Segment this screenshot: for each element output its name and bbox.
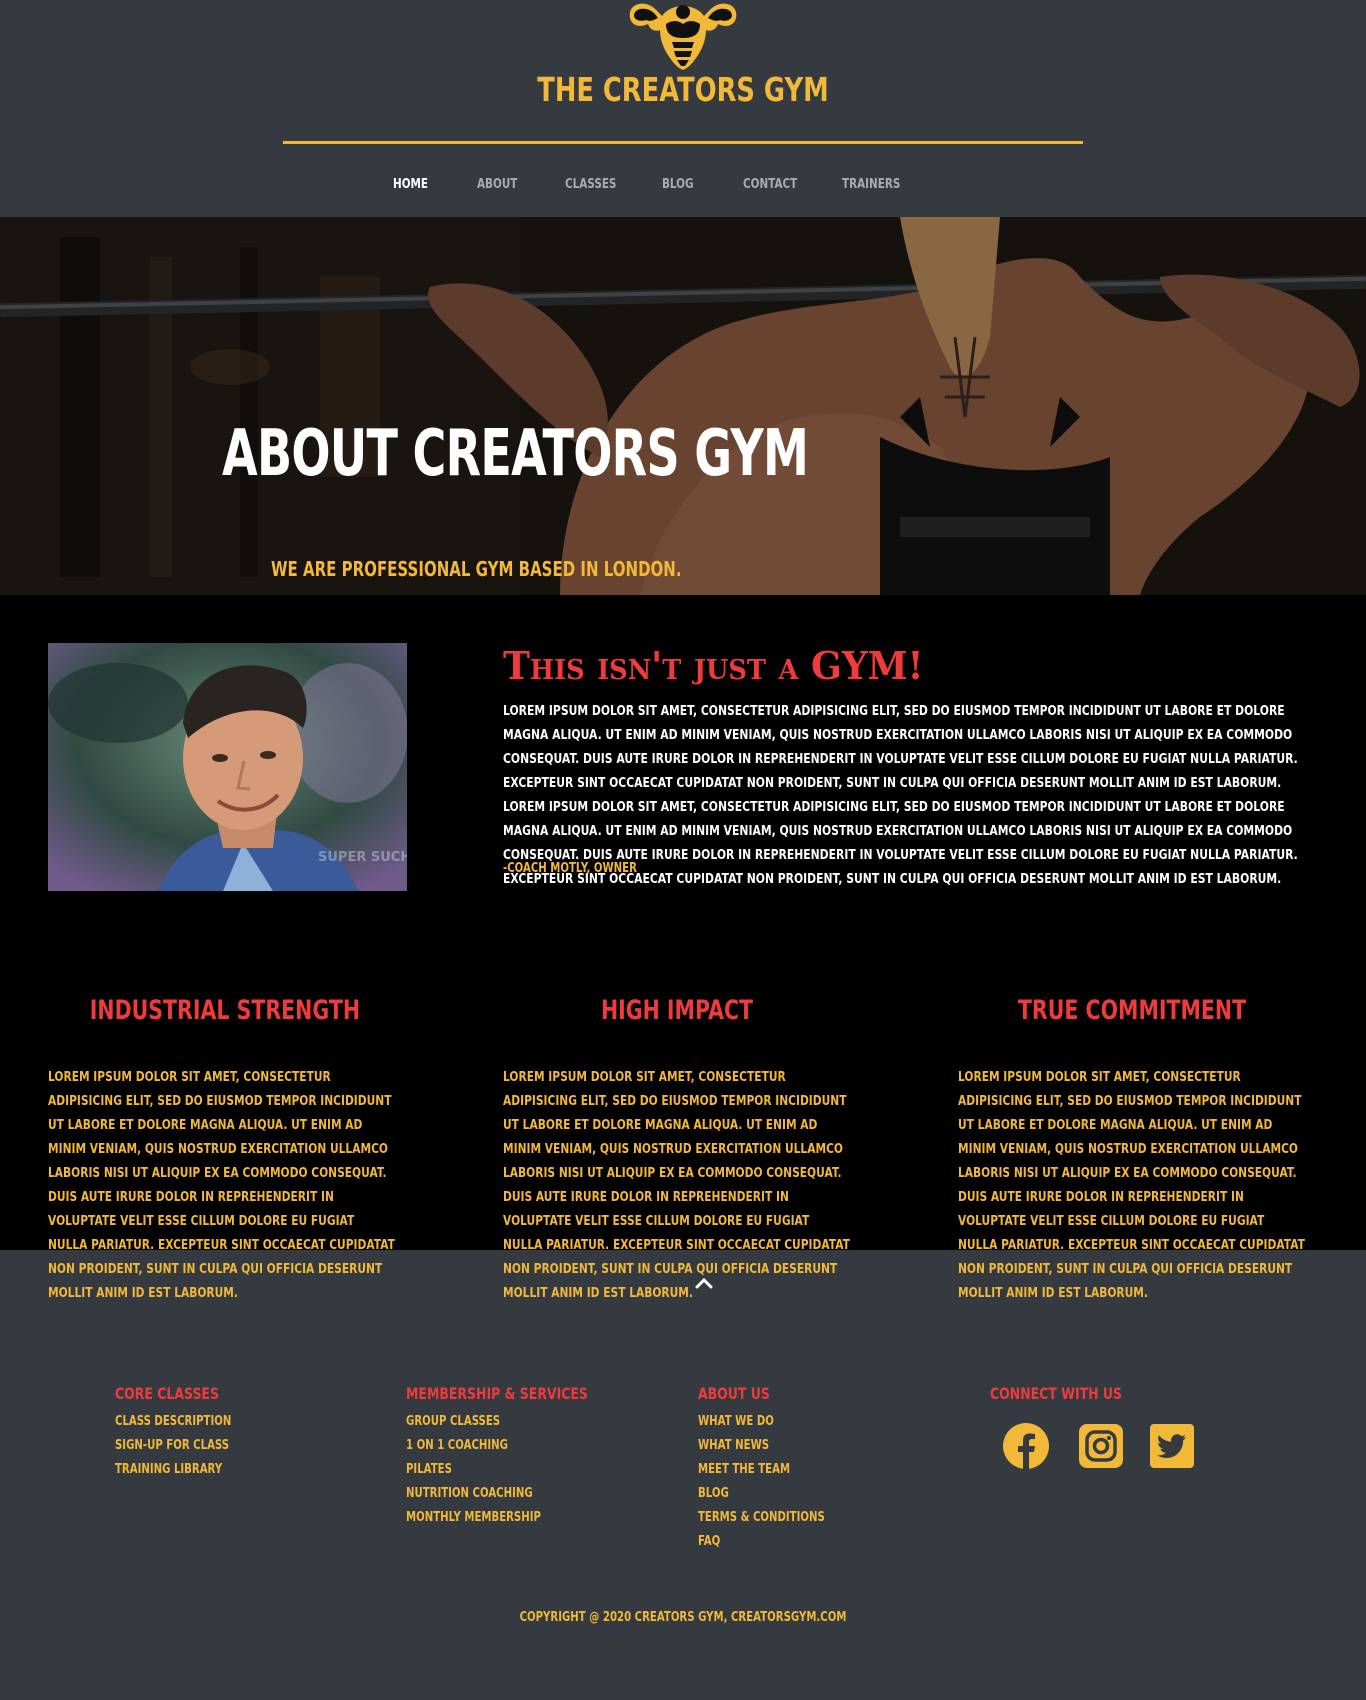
footer-link[interactable]: CLASS DESCRIPTION — [115, 1414, 231, 1438]
footer-link[interactable]: WHAT WE DO — [698, 1414, 825, 1438]
footer-link[interactable]: FAQ — [698, 1534, 825, 1558]
footer-column-about-us: ABOUT US WHAT WE DO WHAT NEWS MEET THE T… — [698, 1384, 861, 1558]
footer-heading: ABOUT US — [698, 1384, 770, 1403]
feature-text: LOREM IPSUM DOLOR SIT AMET, CONSECTETUR … — [503, 1069, 850, 1301]
feature-industrial-strength: INDUSTRIAL STRENGTH LOREM IPSUM DOLOR SI… — [48, 995, 396, 1301]
chevron-up-icon[interactable] — [693, 1275, 715, 1291]
nav-trainers[interactable]: TRAINERS — [842, 177, 900, 192]
nav-classes[interactable]: CLASSES — [565, 177, 616, 192]
nav-home[interactable]: HOME — [393, 177, 428, 192]
footer-link[interactable]: BLOG — [698, 1486, 825, 1510]
feature-title: HIGH IMPACT — [600, 995, 754, 1026]
footer-column-connect: CONNECT WITH US — [990, 1384, 1159, 1414]
footer-link[interactable]: TRAINING LIBRARY — [115, 1462, 231, 1486]
site-header: THE CREATORS GYM HOME ABOUT CLASSES BLOG… — [0, 0, 1366, 217]
bodybuilder-logo-icon[interactable] — [622, 0, 744, 72]
footer-link[interactable]: NUTRITION COACHING — [406, 1486, 588, 1510]
portrait-watermark: SUPER SUCHOS — [318, 850, 407, 865]
footer-heading: CONNECT WITH US — [990, 1384, 1123, 1403]
twitter-icon[interactable] — [1148, 1422, 1196, 1470]
footer-link[interactable]: SIGN-UP FOR CLASS — [115, 1438, 231, 1462]
footer-link[interactable]: 1 ON 1 COACHING — [406, 1438, 588, 1462]
facebook-icon[interactable] — [1002, 1422, 1050, 1470]
footer-link[interactable]: PILATES — [406, 1462, 588, 1486]
header-divider — [283, 141, 1083, 144]
footer-column-membership: MEMBERSHIP & SERVICES GROUP CLASSES 1 ON… — [406, 1384, 639, 1534]
about-heading: This isn't just a GYM! — [503, 643, 924, 688]
feature-title: TRUE COMMITMENT — [1017, 995, 1247, 1026]
brand-name[interactable]: THE CREATORS GYM — [150, 70, 1215, 109]
hero-background-image — [0, 217, 1366, 595]
instagram-icon[interactable] — [1077, 1422, 1125, 1470]
footer-link[interactable]: TERMS & CONDITIONS — [698, 1510, 825, 1534]
hero-title: ABOUT CREATORS GYM — [222, 417, 809, 491]
nav-about[interactable]: ABOUT — [477, 177, 517, 192]
hero-subtitle: WE ARE PROFESSIONAL GYM BASED IN LONDON. — [271, 557, 682, 581]
feature-true-commitment: TRUE COMMITMENT LOREM IPSUM DOLOR SIT AM… — [958, 995, 1306, 1301]
footer-link[interactable]: MONTHLY MEMBERSHIP — [406, 1510, 588, 1534]
main-nav: HOME ABOUT CLASSES BLOG CONTACT TRAINERS — [0, 177, 1366, 199]
about-section: SUPER SUCHOS This isn't just a GYM! LORE… — [0, 595, 1366, 1301]
footer-link[interactable]: GROUP CLASSES — [406, 1414, 588, 1438]
feature-text: LOREM IPSUM DOLOR SIT AMET, CONSECTETUR … — [958, 1069, 1305, 1301]
about-signature: -COACH MOTLY, OWNER — [503, 861, 637, 876]
owner-portrait: SUPER SUCHOS — [48, 643, 407, 891]
feature-title: INDUSTRIAL STRENGTH — [89, 995, 360, 1026]
nav-contact[interactable]: CONTACT — [743, 177, 797, 192]
nav-blog[interactable]: BLOG — [662, 177, 694, 192]
feature-text: LOREM IPSUM DOLOR SIT AMET, CONSECTETUR … — [48, 1069, 395, 1301]
footer-heading: CORE CLASSES — [115, 1384, 219, 1403]
feature-high-impact: HIGH IMPACT LOREM IPSUM DOLOR SIT AMET, … — [503, 995, 851, 1301]
copyright-text: COPYRIGHT @ 2020 CREATORS GYM, CREATORSG… — [519, 1610, 847, 1625]
footer-link[interactable]: WHAT NEWS — [698, 1438, 825, 1462]
footer-link[interactable]: MEET THE TEAM — [698, 1462, 825, 1486]
footer-column-core-classes: CORE CLASSES CLASS DESCRIPTION SIGN-UP F… — [115, 1384, 264, 1486]
hero-banner: ABOUT CREATORS GYM WE ARE PROFESSIONAL G… — [0, 217, 1366, 595]
footer-heading: MEMBERSHIP & SERVICES — [406, 1384, 588, 1403]
